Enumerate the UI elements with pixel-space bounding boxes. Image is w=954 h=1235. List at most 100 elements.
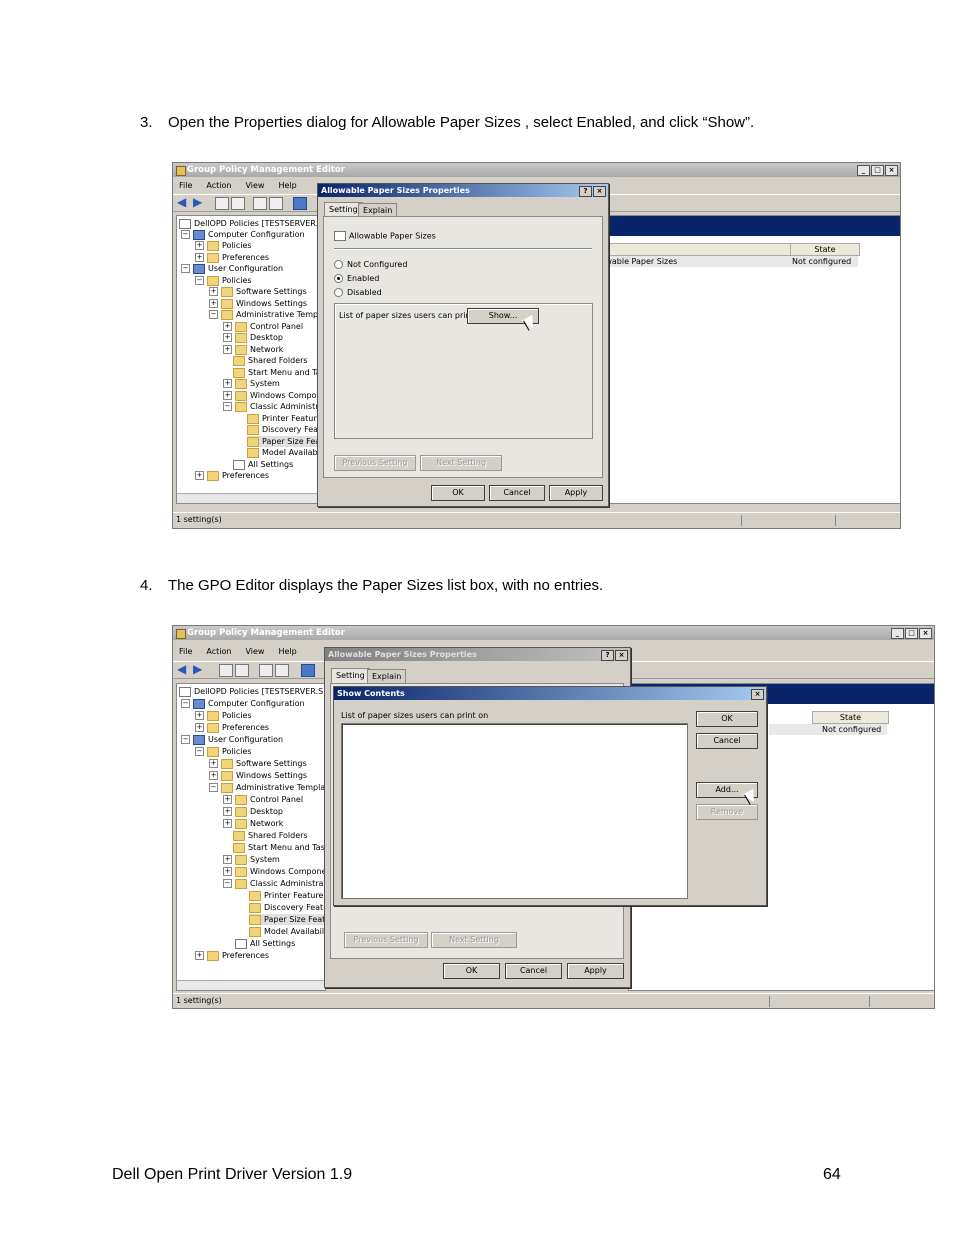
tree-item[interactable]: Printer Feature (247, 413, 321, 424)
expand-icon[interactable]: + (223, 333, 232, 342)
tab-explain[interactable]: Explain (367, 669, 407, 683)
tree-item[interactable]: + Policies (195, 240, 252, 251)
collapse-icon[interactable]: − (181, 264, 190, 273)
tree-item[interactable]: Printer Feature (249, 890, 323, 901)
tree-item[interactable]: Start Menu and Tas (233, 367, 325, 378)
collapse-icon[interactable]: − (223, 879, 232, 888)
expand-icon[interactable]: + (223, 391, 232, 400)
tree-item[interactable]: Start Menu and Tas (233, 842, 325, 853)
expand-icon[interactable]: + (209, 299, 218, 308)
back-arrow-icon[interactable]: ◀ (177, 196, 189, 208)
menu-file[interactable]: File (179, 647, 192, 656)
tree-item[interactable]: + Windows Componer (223, 390, 330, 401)
menu-action[interactable]: Action (206, 181, 231, 190)
properties-icon[interactable] (259, 664, 273, 677)
tree-item[interactable]: Discovery Featu (249, 902, 328, 913)
paper-sizes-listbox[interactable] (341, 723, 688, 899)
column-setting[interactable]: ng (594, 243, 791, 256)
next-setting-button[interactable]: Next Setting (420, 455, 502, 471)
radio-enabled[interactable]: Enabled (334, 274, 379, 284)
menu-help[interactable]: Help (278, 181, 296, 190)
tree-item[interactable]: + Windows Settings (209, 770, 307, 781)
tree-item[interactable]: − Classic Administrati (223, 401, 329, 412)
minimize-icon[interactable]: _ (857, 165, 870, 176)
tab-explain[interactable]: Explain (358, 203, 398, 217)
tree-item[interactable]: − User Configuration (181, 263, 283, 274)
ok-button[interactable]: OK (696, 711, 758, 727)
previous-setting-button[interactable]: Previous Setting (334, 455, 416, 471)
tree-item[interactable]: + Desktop (223, 806, 283, 817)
tree-item[interactable]: Shared Folders (233, 355, 308, 366)
close-icon[interactable]: × (919, 628, 932, 639)
menu-view[interactable]: View (245, 647, 264, 656)
up-folder-icon[interactable] (215, 197, 229, 210)
tree-item[interactable]: − Classic Administrati (223, 878, 329, 889)
expand-icon[interactable]: + (223, 795, 232, 804)
tree-item[interactable]: + Windows Componer (223, 866, 330, 877)
tree-item[interactable]: − Administrative Template (209, 309, 333, 320)
back-arrow-icon[interactable]: ◀ (177, 663, 189, 675)
menu-help[interactable]: Help (278, 647, 296, 656)
previous-setting-button[interactable]: Previous Setting (344, 932, 428, 948)
ok-button[interactable]: OK (443, 963, 500, 979)
expand-icon[interactable]: + (223, 345, 232, 354)
tree-item[interactable]: + Desktop (223, 332, 283, 343)
expand-icon[interactable]: + (195, 471, 204, 480)
horizontal-scrollbar[interactable] (177, 493, 322, 503)
menu-action[interactable]: Action (206, 647, 231, 656)
ok-button[interactable]: OK (431, 485, 485, 501)
expand-icon[interactable]: + (209, 771, 218, 780)
tree-item[interactable]: − Policies (195, 275, 252, 286)
collapse-icon[interactable]: − (195, 276, 204, 285)
horizontal-scrollbar[interactable] (177, 980, 325, 990)
close-icon[interactable]: × (751, 689, 764, 700)
tree-item[interactable]: Model Availabili (249, 926, 326, 937)
remove-button[interactable]: Remove (696, 804, 758, 820)
apply-button[interactable]: Apply (567, 963, 624, 979)
tree-item[interactable]: + System (223, 854, 280, 865)
expand-icon[interactable]: + (223, 322, 232, 331)
collapse-icon[interactable]: − (209, 783, 218, 792)
help-icon[interactable]: ? (579, 186, 592, 197)
expand-icon[interactable]: + (223, 807, 232, 816)
tree-item[interactable]: + Network (223, 818, 283, 829)
column-state[interactable]: State (790, 243, 860, 256)
tree-item[interactable]: + Preferences (195, 722, 269, 733)
tree-item[interactable]: − Administrative Template (209, 782, 333, 793)
expand-icon[interactable]: + (223, 379, 232, 388)
expand-icon[interactable]: + (223, 855, 232, 864)
close-icon[interactable]: × (615, 650, 628, 661)
tree-item[interactable]: + System (223, 378, 280, 389)
radio-not-configured[interactable]: Not Configured (334, 260, 407, 270)
tree-item[interactable]: Shared Folders (233, 830, 308, 841)
tree-item[interactable]: DellOPD Policies [TESTSERVER.SERV (179, 686, 339, 697)
collapse-icon[interactable]: − (223, 402, 232, 411)
close-icon[interactable]: × (885, 165, 898, 176)
expand-icon[interactable]: + (209, 287, 218, 296)
close-icon[interactable]: × (593, 186, 606, 197)
menu-file[interactable]: File (179, 181, 192, 190)
up-folder-icon[interactable] (219, 664, 233, 677)
show-hide-tree-icon[interactable] (231, 197, 245, 210)
tree-item-selected[interactable]: Paper Size Feat (249, 914, 326, 925)
maximize-icon[interactable]: □ (871, 165, 884, 176)
help-icon[interactable] (301, 664, 315, 677)
tree-item[interactable]: + Control Panel (223, 794, 303, 805)
help-icon[interactable] (293, 197, 307, 210)
tree-item[interactable]: DellOPD Policies [TESTSERVER.SERV (179, 218, 339, 229)
tree-item[interactable]: + Preferences (195, 470, 269, 481)
collapse-icon[interactable]: − (181, 735, 190, 744)
tree-item[interactable]: − Computer Configuration (181, 229, 305, 240)
tab-setting[interactable]: Setting (331, 668, 370, 683)
maximize-icon[interactable]: □ (905, 628, 918, 639)
next-setting-button[interactable]: Next Setting (431, 932, 517, 948)
apply-button[interactable]: Apply (549, 485, 603, 501)
export-list-icon[interactable] (275, 664, 289, 677)
tree-item-selected[interactable]: Paper Size Feat (247, 436, 324, 447)
minimize-icon[interactable]: _ (891, 628, 904, 639)
column-state[interactable]: State (812, 711, 889, 724)
radio-disabled[interactable]: Disabled (334, 288, 382, 298)
menu-view[interactable]: View (245, 181, 264, 190)
cancel-button[interactable]: Cancel (696, 733, 758, 749)
expand-icon[interactable]: + (209, 759, 218, 768)
